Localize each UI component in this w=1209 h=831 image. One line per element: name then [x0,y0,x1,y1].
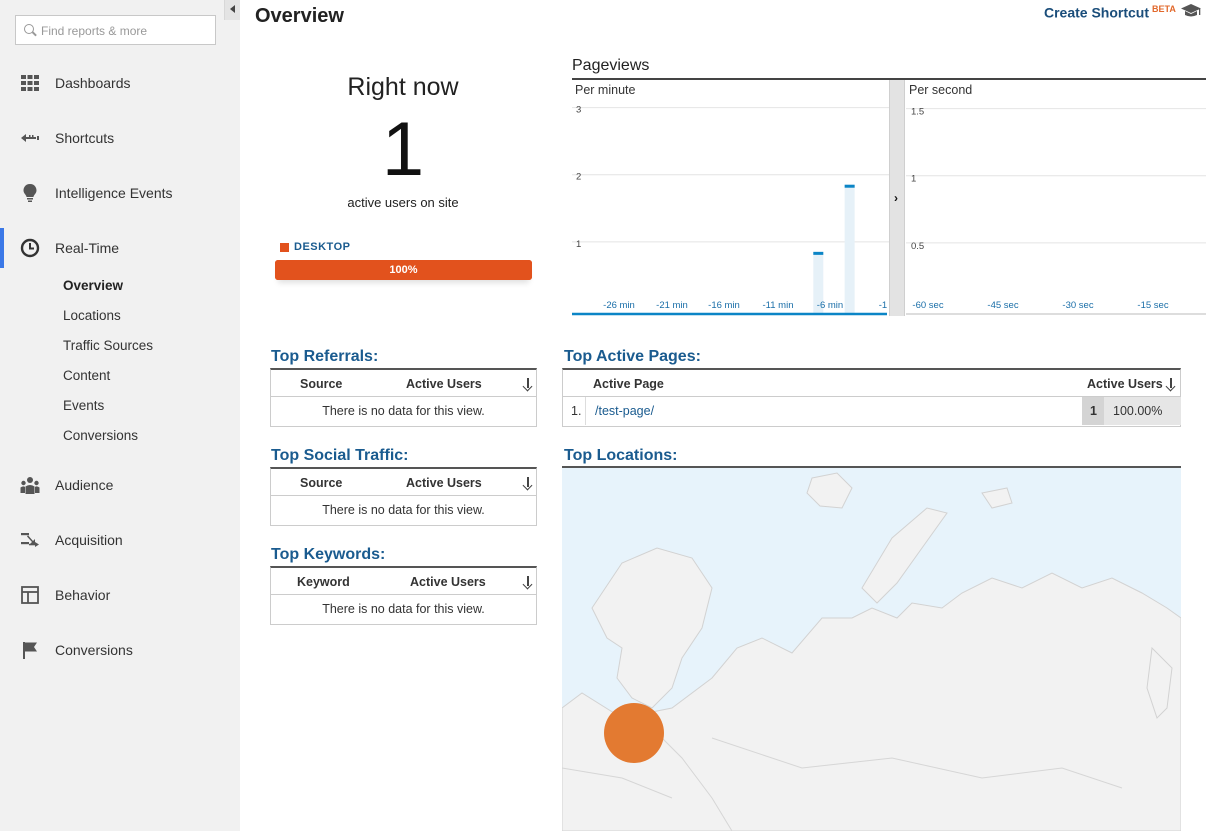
x-tick-label: -21 min [656,300,688,311]
nav-conversions[interactable]: Conversions [0,630,240,670]
top-active-pages-title[interactable]: Top Active Pages: [564,348,701,366]
flag-icon [23,642,37,659]
bar-bg [844,184,855,314]
empty-message: There is no data for this view. [322,404,485,418]
sort-descending-icon[interactable] [1166,378,1176,390]
empty-message: There is no data for this view. [322,602,485,616]
top-social-table: Source Active Users There is no data for… [270,467,537,526]
pageviews-chart: 1 2 3 -26 min -21 min -16 min -11 min -6 min -1 0… [572,105,1206,316]
acquisition-arrows-icon [21,533,39,547]
subnav-conversions[interactable]: Conversions [63,428,138,443]
world-map-svg [562,472,1181,831]
sort-descending-icon[interactable] [523,576,533,588]
top-locations-title[interactable]: Top Locations: [564,447,677,465]
subnav-traffic-sources[interactable]: Traffic Sources [63,338,153,353]
col-active-users[interactable]: Active Users [1087,377,1163,391]
nav-audience[interactable]: Audience [0,465,240,505]
x-tick-label: -45 sec [987,300,1018,311]
people-icon [20,477,40,494]
subnav-events[interactable]: Events [63,398,104,413]
table-header: Source Active Users [271,370,536,397]
y-tick-label: 2 [576,172,581,183]
row-divider [585,397,586,425]
x-tick-label: -6 min [817,300,843,311]
table-header: Keyword Active Users [271,568,536,595]
col-source[interactable]: Source [300,476,342,490]
x-tick-label: -1 [879,300,887,311]
top-social-title[interactable]: Top Social Traffic: [271,447,409,465]
top-referrals-title[interactable]: Top Referrals: [271,348,378,366]
y-tick-label: 3 [576,105,581,116]
y-tick-label: 0.5 [911,241,924,252]
subnav-content[interactable]: Content [63,368,110,383]
nav-acquisition[interactable]: Acquisition [0,520,240,560]
y-tick-label: 1.5 [911,107,924,118]
col-active-users[interactable]: Active Users [406,377,482,391]
col-keyword[interactable]: Keyword [297,575,350,589]
nav-label: Conversions [55,642,133,658]
col-active-page[interactable]: Active Page [593,377,664,391]
sort-descending-icon[interactable] [523,378,533,390]
land-svalbard [806,472,853,509]
x-tick-label: -60 sec [912,300,943,311]
x-tick-label: -11 min [763,300,794,311]
top-active-pages-table: Active Page Active Users 1. /test-page/ … [562,368,1181,427]
table-row[interactable]: 1. /test-page/ 1 100.00% [563,397,1181,425]
row-rank: 1. [571,404,582,418]
nav-label: Audience [55,477,114,493]
nav-label: Behavior [55,587,111,603]
col-source[interactable]: Source [300,377,342,391]
nav-behavior[interactable]: Behavior [0,575,240,615]
x-tick-label: -30 sec [1062,300,1093,311]
nav-label: Acquisition [55,532,123,548]
row-users: 1 [1090,404,1097,418]
top-referrals-table: Source Active Users There is no data for… [270,368,537,427]
locations-map[interactable] [562,468,1181,831]
bar [813,251,824,255]
land-island [981,487,1013,509]
land-novaya-zemlya [861,507,948,604]
row-percent: 100.00% [1113,404,1163,418]
table-header: Source Active Users [271,469,536,496]
bar [844,184,855,188]
y-tick-label: 1 [911,174,916,185]
table-header: Active Page Active Users [563,370,1180,397]
sort-descending-icon[interactable] [523,477,533,489]
col-active-users[interactable]: Active Users [406,476,482,490]
empty-message: There is no data for this view. [322,503,485,517]
x-tick-label: -26 min [603,300,635,311]
top-keywords-title[interactable]: Top Keywords: [271,546,385,564]
land-scandinavia [591,547,713,709]
active-page-link[interactable]: /test-page/ [595,404,654,418]
x-tick-label: -16 min [708,300,740,311]
location-marker[interactable] [604,703,664,763]
top-keywords-table: Keyword Active Users There is no data fo… [270,566,537,625]
x-tick-label: -15 sec [1137,300,1168,311]
behavior-layout-icon [21,586,39,604]
y-tick-label: 1 [576,239,581,250]
col-active-users[interactable]: Active Users [410,575,486,589]
